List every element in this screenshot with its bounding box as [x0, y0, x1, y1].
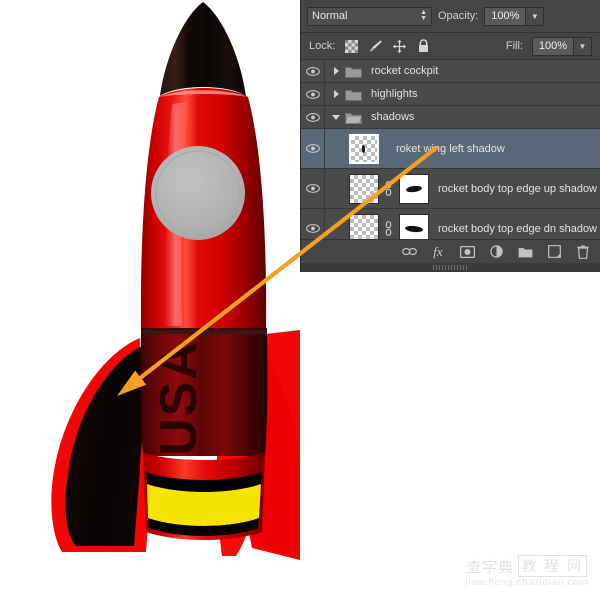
opacity-dropdown-arrow[interactable]: ▼ [526, 7, 544, 26]
layers-options-bar: Normal ▲▼ Opacity: 100% ▼ [301, 0, 600, 33]
fill-dropdown-arrow[interactable]: ▼ [574, 37, 592, 56]
new-layer-icon[interactable] [546, 244, 562, 260]
lock-label: Lock: [309, 40, 335, 52]
layer-thumbnail[interactable] [349, 174, 379, 204]
new-group-icon[interactable] [517, 244, 533, 260]
rocket-nose-cone-wide [160, 2, 246, 96]
layer-name: rocket cockpit [371, 65, 438, 77]
layer-row-highlights[interactable]: highlights [301, 83, 600, 106]
group-expander-collapsed[interactable] [329, 90, 343, 98]
lock-image-pixels-brush-icon[interactable] [368, 39, 383, 54]
layer-name: rocket body top edge up shadow [438, 183, 597, 195]
layer-mask-thumbnail[interactable] [399, 174, 429, 204]
link-layers-icon[interactable] [401, 244, 417, 260]
grip-lines-icon [433, 265, 469, 270]
lock-row: Lock: [301, 33, 600, 60]
visibility-toggle[interactable] [301, 129, 325, 168]
fill-value[interactable]: 100% [532, 37, 574, 56]
mask-link-icon[interactable] [382, 180, 395, 198]
mask-content [405, 225, 424, 233]
fill-control[interactable]: 100% ▼ [532, 37, 592, 56]
panel-resize-grip[interactable] [301, 263, 600, 272]
rocket-window [151, 146, 245, 240]
fill-label: Fill: [506, 40, 523, 52]
layer-name: roket wing left shadow [396, 143, 505, 155]
blend-mode-value: Normal [312, 10, 347, 22]
visibility-toggle[interactable] [301, 169, 325, 208]
layer-name: rocket body top edge dn shadow [438, 223, 597, 235]
watermark: 查字典 教 程 网 jiaocheng.chazidian.com [465, 555, 588, 588]
layer-name: highlights [371, 88, 417, 100]
watermark-cn-right: 教 程 网 [518, 555, 587, 577]
delete-layer-icon[interactable] [575, 244, 591, 260]
group-expander-expanded[interactable] [329, 115, 343, 120]
new-adjustment-layer-icon[interactable] [488, 244, 504, 260]
rocket-body-joint-band [141, 328, 267, 335]
folder-icon [345, 88, 362, 101]
visibility-toggle[interactable] [301, 106, 325, 128]
opacity-control[interactable]: 100% ▼ [484, 7, 544, 26]
layer-row-roket-wing-left-shadow[interactable]: roket wing left shadow [301, 129, 600, 169]
layer-name: shadows [371, 111, 414, 123]
layer-style-fx-icon[interactable]: fx [430, 244, 446, 260]
rocket-body-text: USA [150, 340, 208, 456]
layer-row-rocket-body-top-edge-up-shadow[interactable]: rocket body top edge up shadow [301, 169, 600, 209]
lock-all-icon[interactable] [416, 39, 431, 54]
watermark-url: jiaocheng.chazidian.com [465, 578, 588, 588]
lock-transparent-pixels-icon[interactable] [344, 39, 359, 54]
visibility-toggle[interactable] [301, 60, 325, 82]
layers-panel-footer: fx [301, 239, 600, 263]
screenshot-root: USA Normal ▲▼ Opacity: 100% ▼ Lock: [0, 0, 600, 600]
lock-position-move-icon[interactable] [392, 39, 407, 54]
group-expander-collapsed[interactable] [329, 67, 343, 75]
watermark-cn-left: 查字典 [466, 556, 514, 577]
add-layer-mask-icon[interactable] [459, 244, 475, 260]
visibility-toggle[interactable] [301, 83, 325, 105]
opacity-label: Opacity: [438, 10, 478, 22]
layer-row-rocket-cockpit[interactable]: rocket cockpit [301, 60, 600, 83]
opacity-value[interactable]: 100% [484, 7, 526, 26]
layer-list: rocket cockpit highlights [301, 60, 600, 249]
layer-row-shadows[interactable]: shadows [301, 106, 600, 129]
layers-panel: Normal ▲▼ Opacity: 100% ▼ Lock: [300, 0, 600, 272]
thumbnail-content [362, 145, 365, 153]
mask-link-icon[interactable] [382, 220, 395, 238]
folder-icon [345, 65, 362, 78]
chevron-updown-icon: ▲▼ [420, 9, 427, 23]
layer-thumbnail[interactable] [349, 134, 379, 164]
mask-content [406, 184, 423, 192]
blend-mode-select[interactable]: Normal ▲▼ [307, 7, 432, 26]
folder-open-icon [345, 111, 362, 124]
